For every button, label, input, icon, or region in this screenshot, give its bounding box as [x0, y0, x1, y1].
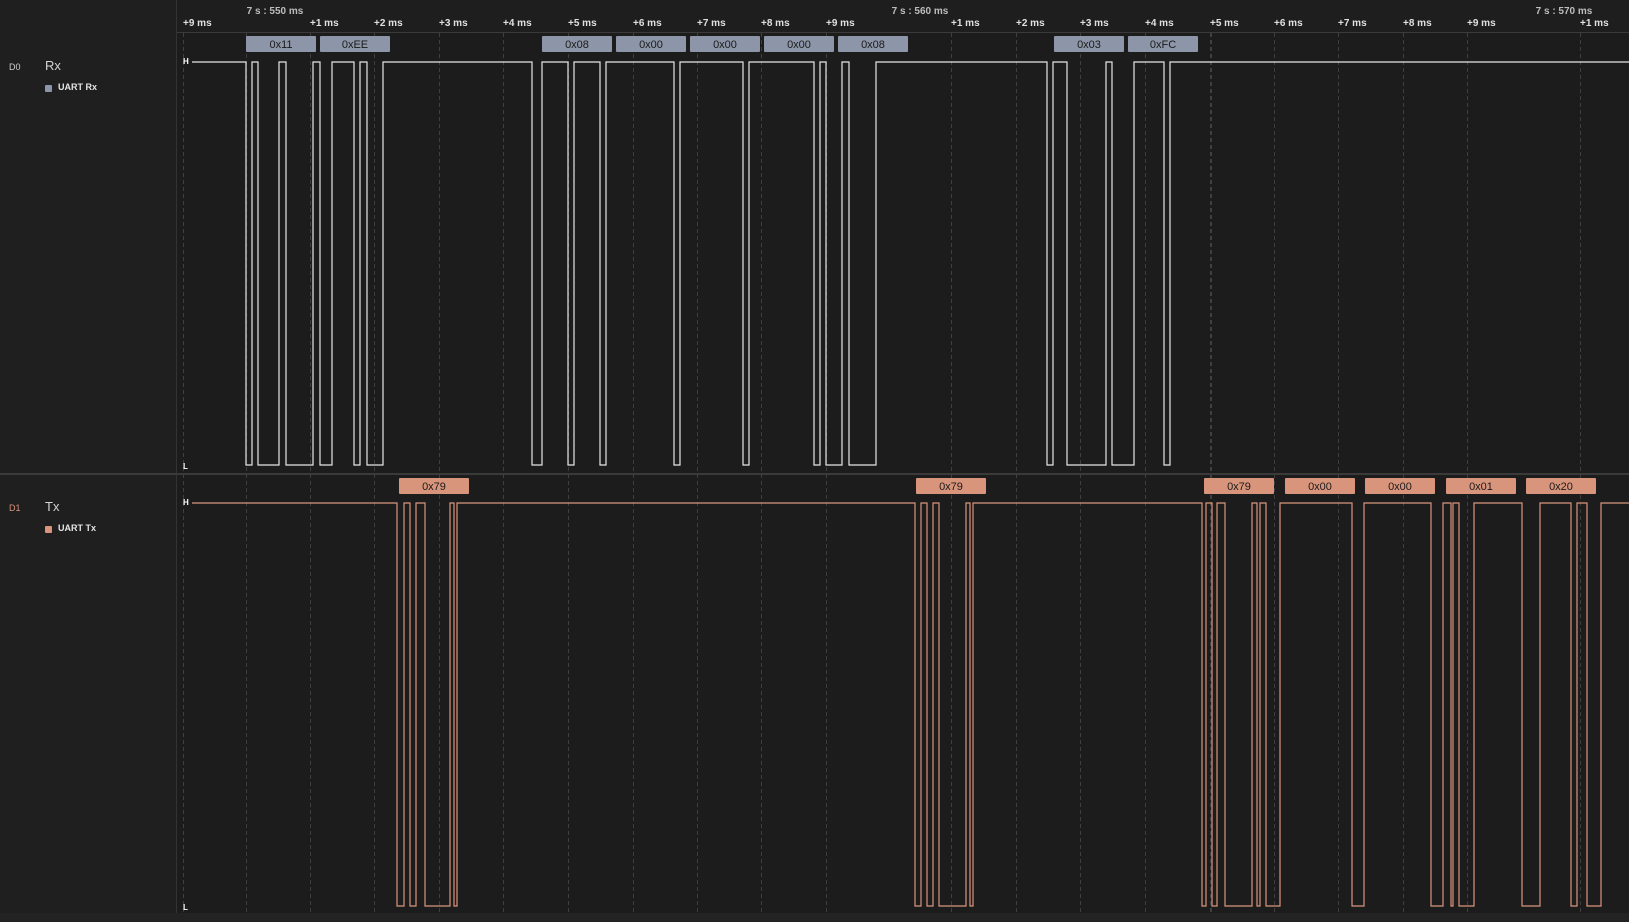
time-tick-label: +3 ms	[1080, 18, 1109, 29]
level-high-label: H	[183, 57, 189, 66]
time-tick-label: +6 ms	[633, 18, 662, 29]
time-tick-label: +5 ms	[568, 18, 597, 29]
waveform-plot[interactable]: +9 ms +1 ms +2 ms +3 ms +4 ms +5 ms +6 ms +7 ms…	[0, 0, 1629, 922]
time-tick-label: +9 ms	[826, 18, 855, 29]
time-tick-label: +7 ms	[1338, 18, 1367, 29]
level-high-label: H	[183, 498, 189, 507]
channel-separator	[0, 473, 1629, 475]
decoded-frame-value: 0x00	[787, 39, 811, 51]
time-tick-label: +6 ms	[1274, 18, 1303, 29]
decoded-frame-value: 0x01	[1469, 481, 1493, 493]
time-tick-label: +4 ms	[1145, 18, 1174, 29]
signal-waveform-tx[interactable]	[192, 502, 1629, 907]
time-tick-label: +7 ms	[697, 18, 726, 29]
decoded-frame-value: 0x79	[422, 481, 446, 493]
time-tick-label: +2 ms	[374, 18, 403, 29]
level-low-label: L	[183, 462, 188, 471]
decoded-frame-value: 0x79	[1227, 481, 1251, 493]
time-tick-label: +1 ms	[951, 18, 980, 29]
decoded-frame-value: 0xEE	[342, 39, 368, 51]
decoded-frame-value: 0x00	[1388, 481, 1412, 493]
time-tick-label: +4 ms	[503, 18, 532, 29]
level-low-label: L	[183, 903, 188, 912]
decoded-frame-value: 0x79	[939, 481, 963, 493]
decoded-frame-value: 0x00	[639, 39, 663, 51]
decoded-frame-value: 0x11	[269, 39, 292, 51]
signal-waveform-rx[interactable]	[192, 61, 1629, 466]
bottom-scrollbar[interactable]	[0, 913, 1629, 922]
time-tick-label: +5 ms	[1210, 18, 1239, 29]
time-marker-label: 7 s : 560 ms	[892, 6, 949, 17]
decoded-frame-value: 0x00	[713, 39, 737, 51]
time-tick-label: +2 ms	[1016, 18, 1045, 29]
decoded-frame-value: 0x00	[1308, 481, 1332, 493]
time-tick-label: +1 ms	[1580, 18, 1609, 29]
time-tick-label: +9 ms	[1467, 18, 1496, 29]
time-tick-label: +1 ms	[310, 18, 339, 29]
decoded-frame-value: 0x08	[861, 39, 885, 51]
time-marker-label: 7 s : 550 ms	[247, 6, 304, 17]
time-tick-label: +9 ms	[183, 18, 212, 29]
time-tick-label: +8 ms	[761, 18, 790, 29]
decoded-frame-value: 0x03	[1077, 39, 1101, 51]
decoded-frame-value: 0x08	[565, 39, 589, 51]
time-marker-label: 7 s : 570 ms	[1536, 6, 1593, 17]
time-tick-label: +3 ms	[439, 18, 468, 29]
decoded-frame-value: 0x20	[1549, 481, 1573, 493]
time-tick-label: +8 ms	[1403, 18, 1432, 29]
decoded-frame-value: 0xFC	[1150, 39, 1176, 51]
